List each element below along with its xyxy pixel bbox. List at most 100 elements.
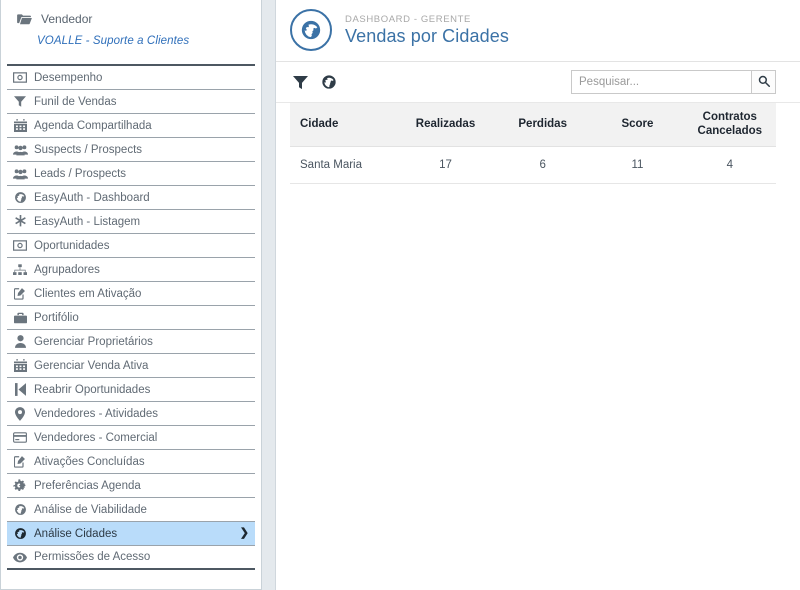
sidebar-item-permissoes-de-acesso[interactable]: Permissões de Acesso [7,546,255,570]
users-icon [11,167,29,181]
sidebar-item-ativacoes-concluidas[interactable]: Ativações Concluídas [7,450,255,474]
search-group [571,70,776,94]
credit-card-icon [11,431,29,445]
sidebar-item-label: Oportunidades [34,239,110,252]
page-title: Vendas por Cidades [345,25,509,46]
table-row[interactable]: Santa Maria 17 6 11 4 [290,146,776,184]
filter-icon[interactable] [290,72,310,92]
cell-perdidas: 6 [494,146,592,184]
sidebar-item-label: Reabrir Oportunidades [34,383,151,396]
main-content: DASHBOARD - GERENTE Vendas por Cidades P… [276,0,800,590]
sidebar-item-label: Suspects / Prospects [34,143,143,156]
sidebar-item-label: Vendedores - Atividades [34,407,159,420]
sidebar-user-role: Vendedor [41,12,93,26]
sidebar-item-gerenciar-venda-ativa[interactable]: Gerenciar Venda Ativa [7,354,255,378]
toolbar-icon-group [290,72,339,92]
money-bill-icon [11,239,29,253]
sidebar-item-label: Desempenho [34,71,103,84]
sidebar-item-funil-de-vendas[interactable]: Funil de Vendas [7,90,255,114]
sidebar-item-label: Análise de Viabilidade [34,503,147,516]
sidebar-item-label: Agrupadores [34,263,100,276]
cell-score: 11 [591,146,684,184]
eye-icon [11,550,29,564]
page-subtitle: DASHBOARD - GERENTE [345,13,471,25]
sidebar-item-label: Leads / Prospects [34,167,127,180]
toolbar [276,62,800,103]
sidebar-item-clientes-em-ativacao[interactable]: Clientes em Ativação [7,282,255,306]
column-header-contratos-cancelados[interactable]: Contratos Cancelados [683,103,776,147]
sidebar-item-reabrir-oportunidades[interactable]: Reabrir Oportunidades [7,378,255,402]
column-header-perdidas[interactable]: Perdidas [494,103,592,147]
sidebar-item-label: Gerenciar Venda Ativa [34,359,149,372]
sidebar-item-label: EasyAuth - Dashboard [34,191,150,204]
sidebar: Vendedor VOALLE - Suporte a Clientes Des… [0,0,262,590]
app-root: Vendedor VOALLE - Suporte a Clientes Des… [0,0,800,590]
sidebar-item-analise-de-viabilidade[interactable]: Análise de Viabilidade [7,498,255,522]
globe-icon [11,503,29,517]
globe-icon [11,191,29,205]
sidebar-item-portifolio[interactable]: Portifólio [7,306,255,330]
sidebar-item-oportunidades[interactable]: Oportunidades [7,234,255,258]
cell-cidade: Santa Maria [290,146,397,184]
sidebar-item-suspects-prospects[interactable]: Suspects / Prospects [7,138,255,162]
sidebar-item-easyauth-dashboard[interactable]: EasyAuth - Dashboard [7,186,255,210]
sidebar-company-label: VOALLE - Suporte a Clientes [37,35,190,47]
asterisk-icon [11,215,29,229]
search-input[interactable] [571,70,751,94]
sidebar-item-label: Clientes em Ativação [34,287,142,300]
pencil-square-icon [11,287,29,301]
sidebar-user-row: Vendedor [11,12,251,26]
panel-gutter [262,0,276,590]
page-title-group: DASHBOARD - GERENTE Vendas por Cidades [345,14,509,47]
sidebar-item-label: Ativações Concluídas [34,455,145,468]
user-icon [11,335,29,349]
column-header-score[interactable]: Score [591,103,684,147]
sidebar-item-label: Funil de Vendas [34,95,117,108]
sitemap-icon [11,263,29,277]
search-button[interactable] [751,70,776,94]
column-header-cidade[interactable]: Cidade [290,103,397,147]
sidebar-item-vendedores-comercial[interactable]: Vendedores - Comercial [7,426,255,450]
map-marker-icon [11,406,29,421]
sidebar-item-preferencias-agenda[interactable]: Preferências Agenda [7,474,255,498]
sidebar-item-label: Preferências Agenda [34,479,141,492]
sidebar-item-agrupadores[interactable]: Agrupadores [7,258,255,282]
sidebar-header: Vendedor VOALLE - Suporte a Clientes [1,0,261,55]
calendar-icon [11,359,29,373]
sidebar-item-analise-cidades[interactable]: Análise Cidades ❯ [7,522,255,546]
sidebar-item-label: Agenda Compartilhada [34,119,152,132]
sidebar-item-label: Vendedores - Comercial [34,431,158,444]
table-header-row: Cidade Realizadas Perdidas Score Contrat… [290,103,776,147]
page-header: DASHBOARD - GERENTE Vendas por Cidades [276,0,800,62]
sidebar-menu: Desempenho Funil de Vendas Agenda Comparti… [7,64,255,570]
sidebar-item-label: Análise Cidades [34,527,118,540]
sidebar-item-label: Gerenciar Proprietários [34,335,153,348]
filter-icon [11,95,29,109]
chevron-right-icon: ❯ [239,527,249,539]
sidebar-item-gerenciar-proprietarios[interactable]: Gerenciar Proprietários [7,330,255,354]
search-icon [758,75,770,90]
sidebar-item-label: Portifólio [34,311,79,324]
step-backward-icon [11,383,29,397]
cell-realizadas: 17 [396,146,495,184]
sidebar-item-leads-prospects[interactable]: Leads / Prospects [7,162,255,186]
globe-icon [11,527,29,541]
pencil-square-icon [11,455,29,469]
users-icon [11,143,29,157]
sidebar-item-easyauth-listagem[interactable]: EasyAuth - Listagem [7,210,255,234]
column-header-realizadas[interactable]: Realizadas [396,103,495,147]
sidebar-item-vendedores-atividades[interactable]: Vendedores - Atividades [7,402,255,426]
table-container: Cidade Realizadas Perdidas Score Contrat… [276,103,800,184]
globe-icon[interactable] [319,72,339,92]
table-head: Cidade Realizadas Perdidas Score Contrat… [290,103,776,147]
sidebar-item-desempenho[interactable]: Desempenho [7,66,255,90]
calendar-icon [11,119,29,133]
sidebar-item-label: Permissões de Acesso [34,551,151,563]
sidebar-item-agenda-compartilhada[interactable]: Agenda Compartilhada [7,114,255,138]
cogs-icon [11,479,29,493]
sidebar-item-label: EasyAuth - Listagem [34,215,141,228]
money-bill-icon [11,71,29,85]
cities-table: Cidade Realizadas Perdidas Score Contrat… [290,103,776,184]
table-body: Santa Maria 17 6 11 4 [290,146,776,184]
globe-circle-icon [290,9,332,51]
